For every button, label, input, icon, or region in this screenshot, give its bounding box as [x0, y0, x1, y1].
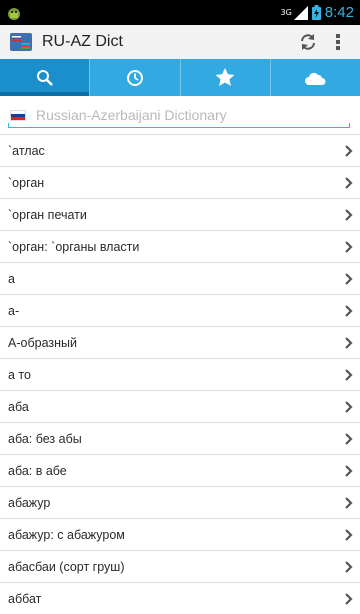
list-item-label: абажур: с абажуром — [8, 527, 125, 542]
list-item[interactable]: `атлас — [0, 134, 360, 166]
chevron-right-icon — [345, 528, 353, 541]
list-item-label: аббат — [8, 591, 42, 606]
list-item-label: абасбаи (сорт груш) — [8, 559, 125, 574]
chevron-right-icon — [345, 272, 353, 285]
list-item[interactable]: `орган: `органы власти — [0, 230, 360, 262]
refresh-icon — [301, 34, 315, 50]
star-icon — [215, 68, 235, 86]
search-icon — [36, 69, 53, 86]
list-item[interactable]: а то — [0, 358, 360, 390]
cloud-icon — [305, 72, 326, 85]
chevron-right-icon — [345, 304, 353, 317]
list-item-label: абажур — [8, 495, 51, 510]
list-item-label: `атлас — [8, 143, 45, 158]
chevron-right-icon — [345, 176, 353, 189]
russian-flag-icon[interactable] — [10, 109, 26, 121]
chevron-right-icon — [345, 336, 353, 349]
chevron-right-icon — [345, 464, 353, 477]
list-item-label: `орган — [8, 175, 45, 190]
chevron-right-icon — [345, 560, 353, 573]
status-clock: 8:42 — [324, 4, 354, 21]
list-item[interactable]: `орган — [0, 166, 360, 198]
status-bar: 3G 8:42 — [0, 0, 360, 25]
search-bar — [0, 96, 360, 134]
clock-icon — [126, 69, 143, 86]
list-item[interactable]: аббат — [0, 582, 360, 614]
chevron-right-icon — [345, 240, 353, 253]
list-item[interactable]: абажур: с абажуром — [0, 518, 360, 550]
android-notification-icon — [6, 5, 22, 21]
tab-cloud[interactable] — [271, 59, 360, 96]
tab-history[interactable] — [90, 59, 181, 96]
refresh-button[interactable] — [292, 26, 324, 58]
list-item[interactable]: аба: без абы — [0, 422, 360, 454]
overflow-menu-icon — [336, 34, 340, 50]
list-item-label: а — [8, 271, 15, 286]
list-item-label: а то — [8, 367, 31, 382]
network-type-label: 3G — [280, 8, 292, 17]
list-item-label: аба: в абе — [8, 463, 67, 478]
list-item[interactable]: `орган печати — [0, 198, 360, 230]
list-item[interactable]: аба: в абе — [0, 454, 360, 486]
list-item[interactable]: абажур — [0, 486, 360, 518]
chevron-right-icon — [345, 432, 353, 445]
battery-icon — [311, 5, 321, 20]
list-item[interactable]: аба — [0, 390, 360, 422]
overflow-menu-button[interactable] — [324, 26, 352, 58]
chevron-right-icon — [345, 592, 353, 605]
list-item[interactable]: а- — [0, 294, 360, 326]
word-list: `атлас `орган `орган печати `орган: `органы… — [0, 134, 360, 614]
list-item[interactable]: а — [0, 262, 360, 294]
list-item[interactable]: А-образный — [0, 326, 360, 358]
signal-icon — [293, 5, 308, 20]
chevron-right-icon — [345, 496, 353, 509]
app-title: RU-AZ Dict — [42, 33, 123, 50]
list-item-label: аба — [8, 399, 29, 414]
chevron-right-icon — [345, 144, 353, 157]
list-item-label: а- — [8, 303, 20, 318]
list-item-label: аба: без абы — [8, 431, 82, 446]
list-item[interactable]: абасбаи (сорт груш) — [0, 550, 360, 582]
chevron-right-icon — [345, 400, 353, 413]
chevron-right-icon — [345, 368, 353, 381]
search-input[interactable] — [34, 106, 350, 124]
tab-bar — [0, 59, 360, 96]
list-item-label: `орган: `органы власти — [8, 239, 140, 254]
list-item-label: `орган печати — [8, 207, 87, 222]
chevron-right-icon — [345, 208, 353, 221]
search-underline — [8, 123, 350, 128]
action-bar: RU-AZ Dict — [0, 25, 360, 59]
tab-favorites[interactable] — [181, 59, 271, 96]
list-item-label: А-образный — [8, 335, 77, 350]
tab-search[interactable] — [0, 59, 91, 96]
app-logo-icon — [10, 31, 32, 53]
